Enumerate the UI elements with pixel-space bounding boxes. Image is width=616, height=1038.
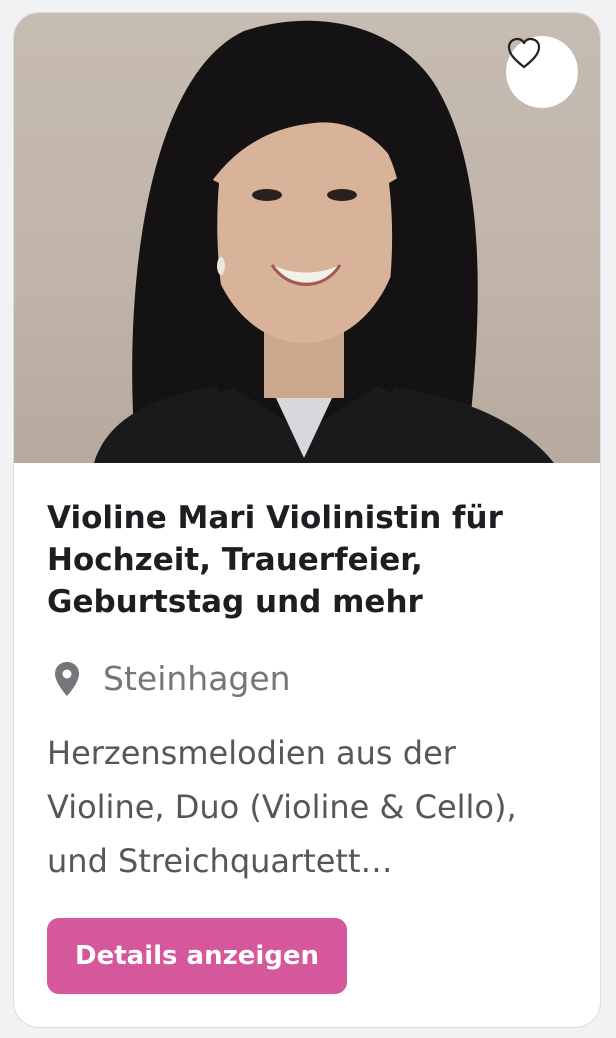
location-label: Steinhagen — [103, 659, 291, 698]
listing-title[interactable]: Violine Mari Violinistin für Hochzeit, T… — [47, 497, 568, 623]
location-row: Steinhagen — [47, 659, 568, 698]
listing-content: Violine Mari Violinistin für Hochzeit, T… — [14, 463, 600, 994]
details-button[interactable]: Details anzeigen — [47, 918, 348, 994]
heart-icon — [507, 37, 541, 69]
listing-card[interactable]: Violine Mari Violinistin für Hochzeit, T… — [13, 12, 601, 1028]
map-pin-icon — [55, 661, 79, 696]
listing-description: Herzensmelodien aus der Violine, Duo (Vi… — [47, 734, 517, 880]
favorite-button[interactable] — [506, 36, 578, 108]
artist-photo[interactable] — [14, 13, 600, 463]
